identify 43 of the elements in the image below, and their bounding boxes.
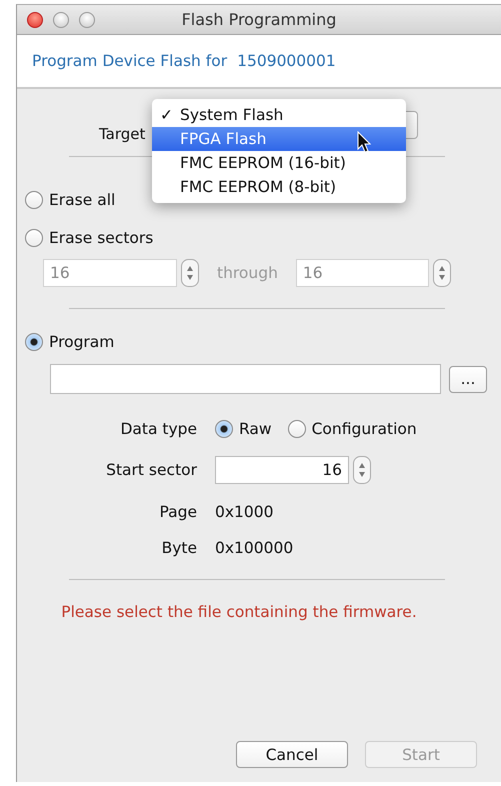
radio-icon[interactable] (25, 191, 43, 209)
radio-option[interactable]: Raw (215, 420, 272, 438)
status-message: Please select the file containing the firmware. (60, 603, 418, 621)
radio-label: Erase sectors (49, 229, 154, 247)
file-path-field[interactable] (50, 364, 441, 394)
menu-item[interactable]: ✓ System Flash (152, 103, 406, 127)
cursor-icon (357, 131, 371, 153)
menu-item[interactable]: FMC EEPROM (16-bit) (152, 151, 406, 175)
minimize-icon[interactable] (53, 12, 69, 28)
window-title: Flash Programming (182, 10, 336, 29)
radio-label: Erase all (49, 191, 116, 209)
dialog-button[interactable]: Cancel (236, 741, 348, 768)
device-id: 1509000001 (237, 52, 336, 70)
radio-label: Raw (239, 420, 272, 438)
radio-icon[interactable] (25, 333, 43, 351)
stepper-icon[interactable] (181, 259, 199, 287)
radio-option[interactable]: Erase sectors (25, 225, 154, 251)
info-value: 0x1000 (215, 503, 274, 521)
radio-option[interactable]: Erase all (25, 187, 116, 213)
radio-icon[interactable] (288, 420, 306, 438)
header-label: Program Device Flash for (32, 52, 228, 70)
radio-label: Configuration (312, 420, 417, 438)
data-type-label: Data type (120, 419, 197, 440)
menu-item[interactable]: FPGA Flash (152, 127, 406, 151)
checkmark-icon: ✓ (160, 106, 173, 124)
stepper-icon[interactable] (353, 456, 371, 484)
zoom-icon[interactable] (79, 12, 95, 28)
start-sector-label: Start sector (106, 460, 197, 481)
menu-item[interactable]: FMC EEPROM (8-bit) (152, 175, 406, 199)
info-label: Byte (162, 538, 197, 559)
browse-button[interactable]: ... (449, 366, 487, 392)
target-label: Target (99, 125, 146, 143)
stepper-icon[interactable] (432, 259, 451, 287)
start-sector-field[interactable]: 16 (215, 456, 349, 484)
radio-option[interactable]: Configuration (288, 420, 417, 438)
radio-icon[interactable] (25, 229, 43, 247)
info-label: Page (159, 502, 197, 523)
close-icon[interactable] (27, 12, 43, 28)
info-value: 0x100000 (215, 539, 294, 557)
radio-option[interactable]: Program (25, 329, 114, 355)
radio-icon[interactable] (215, 420, 233, 438)
through-label: through (217, 264, 278, 282)
radio-label: Program (49, 333, 114, 351)
